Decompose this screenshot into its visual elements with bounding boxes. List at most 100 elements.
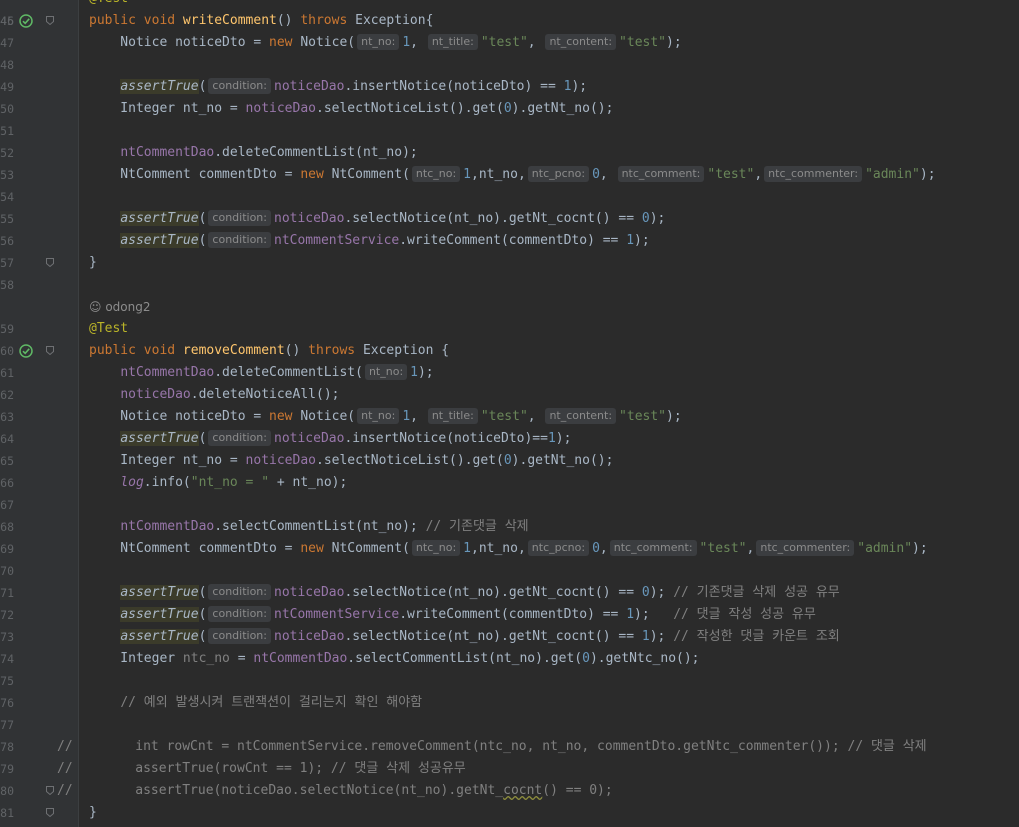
- code-line[interactable]: 60 public void removeComment() throws Exc…: [0, 340, 1019, 362]
- fold-marker-icon[interactable]: [46, 786, 54, 795]
- code-token: .writeComment(commentDto) ==: [399, 233, 627, 248]
- test-passed-run-icon[interactable]: [19, 344, 33, 358]
- code-line[interactable]: 61 ntCommentDao.deleteCommentList(nt_no:…: [0, 362, 1019, 384]
- code-line[interactable]: 48: [0, 54, 1019, 76]
- code-token: Notice(: [300, 35, 356, 50]
- code-line[interactable]: 47 Notice noticeDto = new Notice(nt_no: 1…: [0, 32, 1019, 54]
- code-line[interactable]: 51: [0, 120, 1019, 142]
- code-line[interactable]: 80 // assertTrue(noticeDao.selectNotice(n…: [0, 780, 1019, 802]
- code-token: Notice noticeDto =: [89, 409, 270, 424]
- code-line[interactable]: 46 public void writeComment() throws Exce…: [0, 10, 1019, 32]
- code-text: Notice noticeDto = new Notice(nt_no: 1, n…: [89, 32, 682, 54]
- code-token: );: [649, 585, 674, 600]
- code-token: + nt_no);: [269, 475, 348, 490]
- code-line[interactable]: 67: [0, 494, 1019, 516]
- code-line[interactable]: 79 // assertTrue(rowCnt == 1); // 댓글 삭제 성…: [0, 758, 1019, 780]
- code-line[interactable]: 58: [0, 274, 1019, 296]
- code-token: (): [276, 13, 301, 28]
- code-line[interactable]: 52 ntCommentDao.deleteCommentList(nt_no)…: [0, 142, 1019, 164]
- code-line[interactable]: 56 assertTrue(condition: ntCommentService…: [0, 230, 1019, 252]
- parameter-hint: condition:: [208, 628, 271, 644]
- code-text: }: [89, 802, 97, 824]
- fold-marker-icon[interactable]: [46, 16, 54, 25]
- code-text: ntCommentDao.deleteCommentList(nt_no: 1);: [89, 362, 434, 384]
- code-text: }: [89, 252, 97, 274]
- code-line[interactable]: 70: [0, 560, 1019, 582]
- test-passed-run-icon[interactable]: [19, 14, 33, 28]
- line-number: 61: [0, 366, 14, 380]
- code-line[interactable]: 73 assertTrue(condition: noticeDao.select…: [0, 626, 1019, 648]
- code-token: new: [269, 409, 301, 424]
- code-token: 1: [410, 365, 418, 380]
- code-token: 0: [592, 541, 600, 556]
- code-text: // 예외 발생시켜 트랜잭션이 걸리는지 확인 해야함: [89, 692, 422, 714]
- code-token: ntCommentDao: [120, 145, 215, 160]
- code-text: ntCommentDao.deleteCommentList(nt_no);: [89, 142, 417, 164]
- code-token: 1: [463, 167, 471, 182]
- code-token: "nt_no = ": [190, 475, 270, 490]
- parameter-hint: nt_content:: [545, 408, 617, 424]
- parameter-hint: ntc_comment:: [617, 166, 705, 182]
- code-token: removeComment: [182, 343, 285, 358]
- code-line[interactable]: ☺ odong2: [0, 296, 1019, 318]
- fold-marker-icon[interactable]: [46, 808, 54, 817]
- code-token: );: [417, 365, 434, 380]
- code-line[interactable]: 66 log.info("nt_no = " + nt_no);: [0, 472, 1019, 494]
- code-token: ntCommentService: [274, 607, 400, 622]
- line-number: 52: [0, 146, 14, 160]
- code-line[interactable]: 75: [0, 670, 1019, 692]
- code-editor[interactable]: 45 @Test 46public void writeComment() th…: [0, 0, 1019, 827]
- code-line[interactable]: 77: [0, 714, 1019, 736]
- code-token: 1: [626, 233, 635, 248]
- code-token: );: [571, 79, 588, 94]
- code-token: Integer nt_no =: [89, 101, 246, 116]
- code-token: noticeDao: [274, 585, 345, 600]
- code-token: .selectCommentList(nt_no).get(: [347, 651, 583, 666]
- code-line[interactable]: 81}: [0, 802, 1019, 824]
- code-line[interactable]: 68 ntCommentDao.selectCommentList(nt_no)…: [0, 516, 1019, 538]
- code-line[interactable]: 72 assertTrue(condition: ntCommentService…: [0, 604, 1019, 626]
- code-token: 0: [503, 101, 512, 116]
- code-line[interactable]: 62 noticeDao.deleteNoticeAll();: [0, 384, 1019, 406]
- code-line[interactable]: 76 // 예외 발생시켜 트랜잭션이 걸리는지 확인 해야함: [0, 692, 1019, 714]
- code-token: // assertTrue(rowCnt == 1); // 댓글 삭제 성공유…: [57, 761, 466, 776]
- fold-marker-icon[interactable]: [46, 346, 54, 355]
- code-text: noticeDao.deleteNoticeAll();: [89, 384, 339, 406]
- line-number: 68: [0, 520, 14, 534]
- code-line[interactable]: 53 NtComment commentDto = new NtComment(…: [0, 164, 1019, 186]
- code-token: 1: [641, 629, 650, 644]
- code-line[interactable]: 74 Integer ntc_no = ntCommentDao.selectC…: [0, 648, 1019, 670]
- code-line[interactable]: 78 // int rowCnt = ntCommentService.remov…: [0, 736, 1019, 758]
- code-token: cocnt: [503, 783, 543, 798]
- fold-marker-icon[interactable]: [46, 258, 54, 267]
- line-number: 78: [0, 740, 14, 754]
- code-line[interactable]: 63 Notice noticeDto = new Notice(nt_no: 1…: [0, 406, 1019, 428]
- code-text: ☺ odong2: [89, 296, 150, 319]
- code-token: "admin": [857, 541, 913, 556]
- code-line[interactable]: 57}: [0, 252, 1019, 274]
- code-token: }: [89, 255, 97, 270]
- code-text: assertTrue(condition: ntCommentService.wr…: [89, 604, 816, 626]
- code-line[interactable]: 54: [0, 186, 1019, 208]
- code-line[interactable]: 59 @Test: [0, 318, 1019, 340]
- code-line[interactable]: 69 NtComment commentDto = new NtComment(…: [0, 538, 1019, 560]
- code-token: "test": [619, 409, 667, 424]
- code-token: );: [634, 607, 674, 622]
- code-token: ,: [746, 541, 755, 556]
- code-token: );: [649, 211, 666, 226]
- code-token: 1: [626, 607, 635, 622]
- code-token: (): [284, 343, 309, 358]
- parameter-hint: nt_content:: [545, 34, 617, 50]
- code-line[interactable]: 64 assertTrue(condition: noticeDao.insert…: [0, 428, 1019, 450]
- code-text: ntCommentDao.selectCommentList(nt_no); /…: [89, 516, 528, 538]
- code-line[interactable]: 50 Integer nt_no = noticeDao.selectNotic…: [0, 98, 1019, 120]
- code-line[interactable]: 65 Integer nt_no = noticeDao.selectNotic…: [0, 450, 1019, 472]
- code-text: Integer nt_no = noticeDao.selectNoticeLi…: [89, 98, 613, 120]
- code-line[interactable]: 49 assertTrue(condition: noticeDao.insert…: [0, 76, 1019, 98]
- code-token: 1: [402, 35, 411, 50]
- code-line[interactable]: 55 assertTrue(condition: noticeDao.select…: [0, 208, 1019, 230]
- code-line[interactable]: 71 assertTrue(condition: noticeDao.select…: [0, 582, 1019, 604]
- code-token: new: [269, 35, 301, 50]
